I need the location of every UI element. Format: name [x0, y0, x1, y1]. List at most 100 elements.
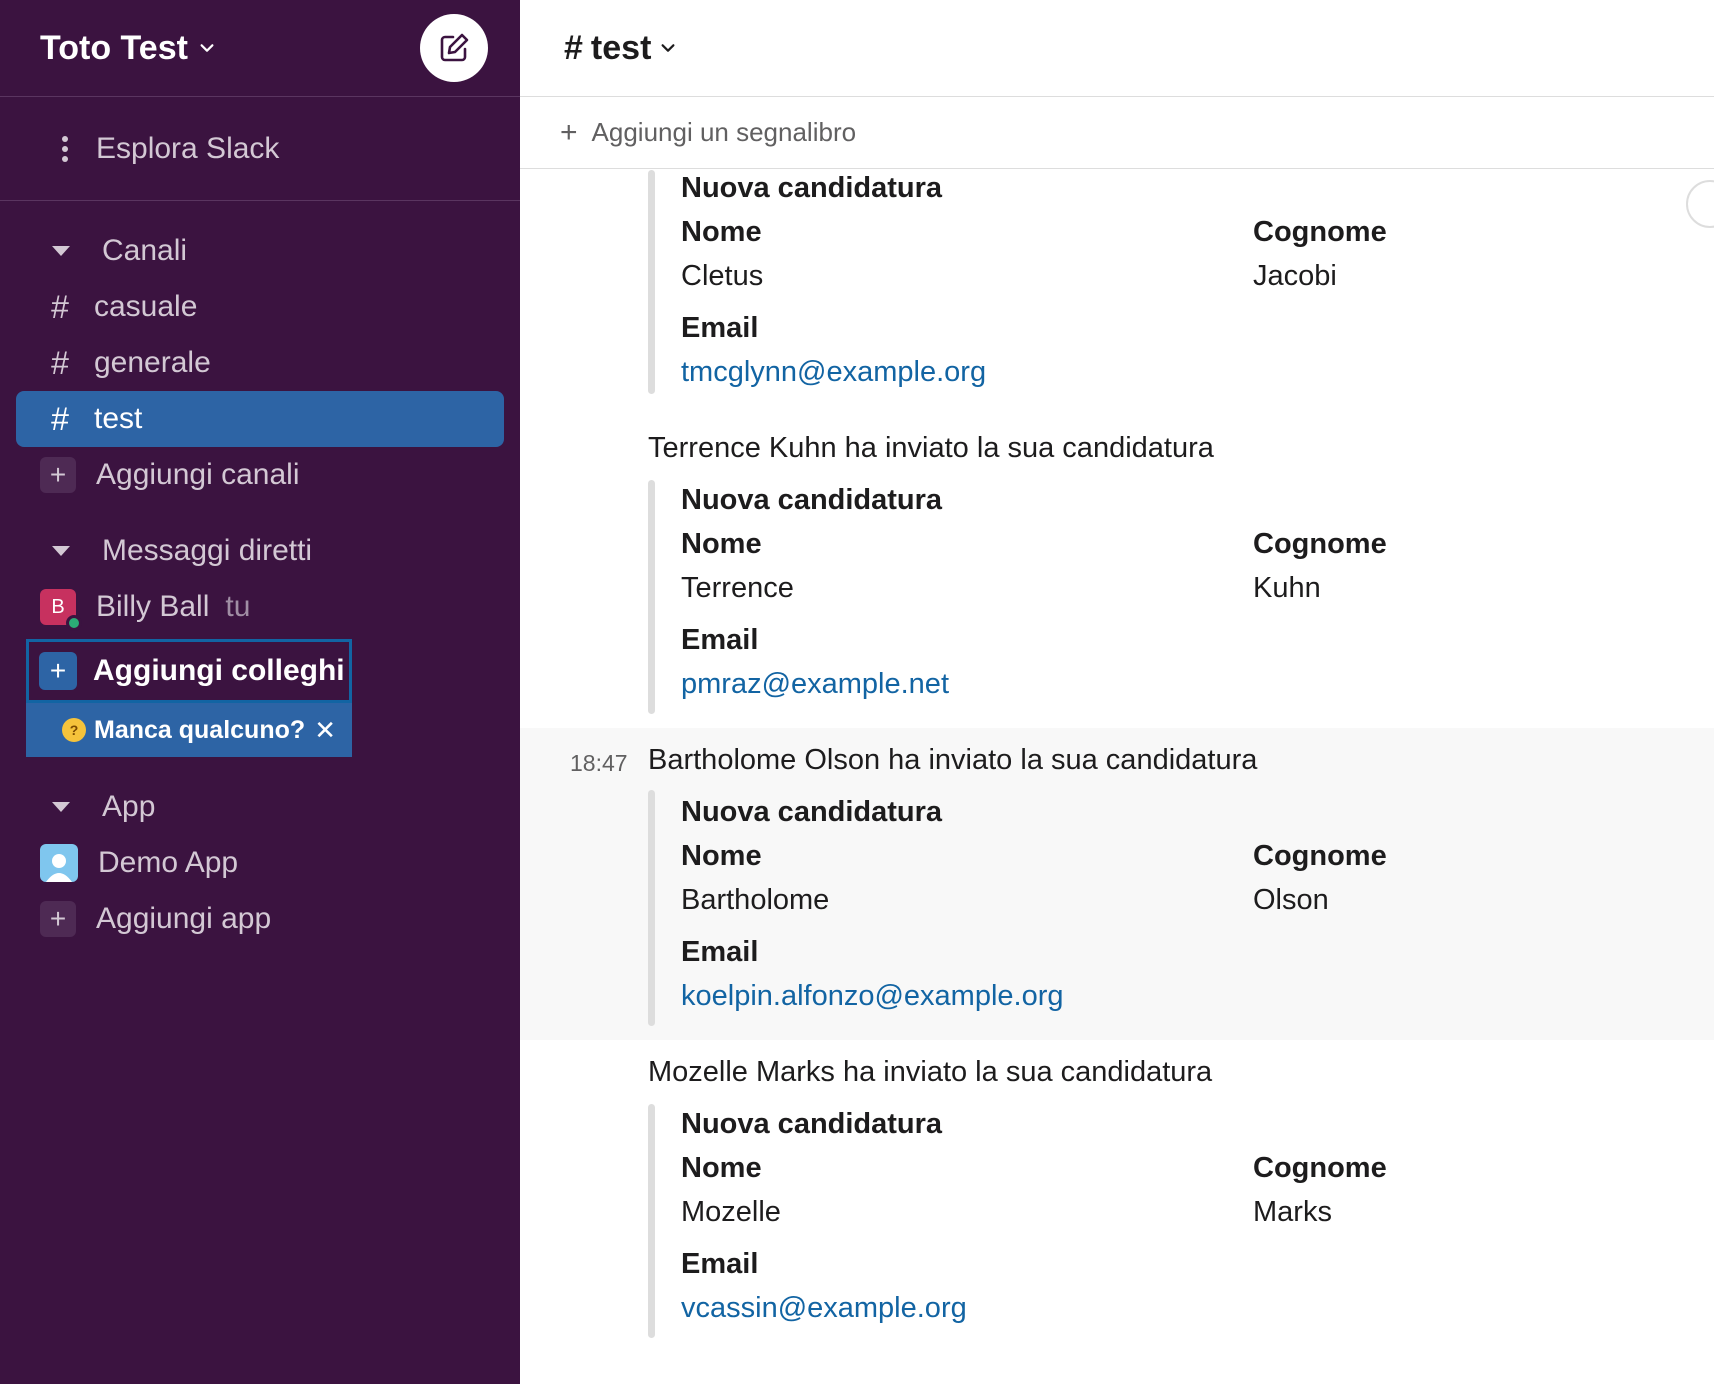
chevron-down-icon — [200, 44, 214, 52]
channel-view: # test + Aggiungi un segnalibro Nuova ca… — [520, 0, 1714, 1384]
section-direct-messages[interactable]: Messaggi diretti — [0, 523, 520, 579]
hash-icon: # — [51, 400, 69, 437]
last-name-value: Jacobi — [1253, 260, 1337, 292]
message-timestamp[interactable]: 18:47 — [570, 750, 628, 777]
channel-label: test — [94, 402, 143, 435]
compose-icon — [440, 33, 469, 62]
card-title: Nuova candidatura — [681, 796, 943, 828]
workspace-switcher[interactable]: Toto Test — [40, 29, 216, 68]
email-label: Email — [681, 312, 759, 344]
last-name-label: Cognome — [1253, 528, 1387, 560]
attachment-bar — [648, 170, 655, 394]
email-link[interactable]: tmcglynn@example.org — [681, 356, 986, 389]
card-title: Nuova candidatura — [681, 484, 943, 516]
chevron-down-icon — [661, 44, 675, 52]
section-channels-label: Canali — [102, 234, 188, 267]
first-name-label: Nome — [681, 528, 762, 560]
plus-icon: + — [40, 457, 76, 493]
section-apps-label: App — [102, 790, 156, 823]
add-channels-button[interactable]: + Aggiungi canali — [0, 447, 520, 503]
section-dm-label: Messaggi diretti — [102, 534, 313, 567]
attachment-bar — [648, 1104, 655, 1338]
email-label: Email — [681, 1248, 759, 1280]
email-label: Email — [681, 936, 759, 968]
email-label: Email — [681, 624, 759, 656]
email-link[interactable]: pmraz@example.net — [681, 668, 949, 701]
avatar-initial: B — [51, 595, 65, 618]
sidebar-item-billy-ball[interactable]: B Billy Ball tu — [0, 579, 520, 635]
message-text: Mozelle Marks ha inviato la sua candidat… — [648, 1056, 1213, 1088]
message: Mozelle Marks ha inviato la sua candidat… — [520, 1048, 1714, 1348]
first-name-value: Terrence — [681, 572, 794, 604]
thinking-face-icon: ? — [62, 718, 86, 742]
add-bookmark-label: Aggiungi un segnalibro — [591, 117, 857, 147]
dm-user-name: Billy Ball — [96, 590, 210, 623]
first-name-label: Nome — [681, 1152, 762, 1184]
last-name-label: Cognome — [1253, 840, 1387, 872]
card-title: Nuova candidatura — [681, 172, 943, 204]
plus-icon: + — [40, 901, 76, 937]
last-name-label: Cognome — [1253, 1152, 1387, 1184]
message: Terrence Kuhn ha inviato la sua candidat… — [520, 424, 1714, 724]
missing-someone-banner[interactable]: ? Manca qualcuno? ✕ — [26, 703, 352, 757]
caret-down-icon — [52, 246, 70, 256]
plus-icon: + — [560, 115, 578, 149]
explore-slack[interactable]: Esplora Slack — [0, 97, 520, 201]
more-vertical-icon — [50, 135, 80, 163]
channel-title-button[interactable]: # test — [564, 29, 677, 68]
card-title: Nuova candidatura — [681, 1108, 943, 1140]
sidebar-item-casuale[interactable]: # casuale — [0, 279, 520, 335]
workspace-header: Toto Test — [0, 0, 520, 97]
add-colleagues-button[interactable]: + Aggiungi colleghi — [26, 639, 352, 703]
last-name-label: Cognome — [1253, 216, 1387, 248]
explore-slack-label: Esplora Slack — [96, 131, 280, 165]
section-channels[interactable]: Canali — [0, 223, 520, 279]
invite-colleagues-block: + Aggiungi colleghi ? Manca qualcuno? ✕ — [26, 639, 352, 757]
channel-title: test — [590, 28, 652, 67]
message-text: Bartholome Olson ha inviato la sua candi… — [648, 744, 1258, 776]
email-link[interactable]: vcassin@example.org — [681, 1292, 967, 1325]
add-channels-label: Aggiungi canali — [96, 458, 300, 491]
first-name-label: Nome — [681, 216, 762, 248]
message: Nuova candidatura Nome Cognome Cletus Ja… — [520, 170, 1714, 410]
sidebar: Toto Test Esplora Slack Canali # casuale… — [0, 0, 520, 1384]
last-name-value: Olson — [1253, 884, 1329, 916]
first-name-value: Bartholome — [681, 884, 830, 916]
sidebar-item-generale[interactable]: # generale — [0, 335, 520, 391]
attachment-bar — [648, 480, 655, 714]
message-text: Terrence Kuhn ha inviato la sua candidat… — [648, 432, 1214, 464]
add-app-label: Aggiungi app — [96, 902, 272, 935]
caret-down-icon — [52, 546, 70, 556]
attachment-bar — [648, 790, 655, 1026]
first-name-label: Nome — [681, 840, 762, 872]
add-bookmark-button[interactable]: + Aggiungi un segnalibro — [520, 97, 1714, 169]
compose-button[interactable] — [420, 14, 488, 82]
add-colleagues-label: Aggiungi colleghi — [93, 654, 345, 687]
first-name-value: Cletus — [681, 260, 764, 292]
app-name: Demo App — [98, 846, 239, 879]
first-name-value: Mozelle — [681, 1196, 781, 1228]
caret-down-icon — [52, 802, 70, 812]
presence-active-icon — [66, 615, 82, 631]
plus-icon: + — [39, 652, 77, 690]
app-avatar — [40, 844, 78, 882]
section-apps[interactable]: App — [0, 779, 520, 835]
email-link[interactable]: koelpin.alfonzo@example.org — [681, 980, 1064, 1013]
missing-someone-label: Manca qualcuno? — [94, 715, 306, 744]
workspace-name: Toto Test — [40, 28, 188, 67]
hash-icon: # — [564, 28, 583, 67]
close-icon[interactable]: ✕ — [314, 715, 336, 746]
channel-label: casuale — [94, 290, 198, 323]
channel-header: # test — [520, 0, 1714, 97]
add-app-button[interactable]: + Aggiungi app — [0, 891, 520, 947]
channel-label: generale — [94, 346, 211, 379]
dm-user-suffix: tu — [225, 590, 251, 623]
sidebar-item-test[interactable]: # test — [16, 391, 504, 447]
hash-icon: # — [51, 344, 69, 381]
sidebar-item-demo-app[interactable]: Demo App — [0, 835, 520, 891]
avatar: B — [40, 589, 82, 631]
last-name-value: Marks — [1253, 1196, 1332, 1228]
hash-icon: # — [51, 288, 69, 325]
last-name-value: Kuhn — [1253, 572, 1321, 604]
message: 18:47 Bartholome Olson ha inviato la sua… — [520, 728, 1714, 1040]
